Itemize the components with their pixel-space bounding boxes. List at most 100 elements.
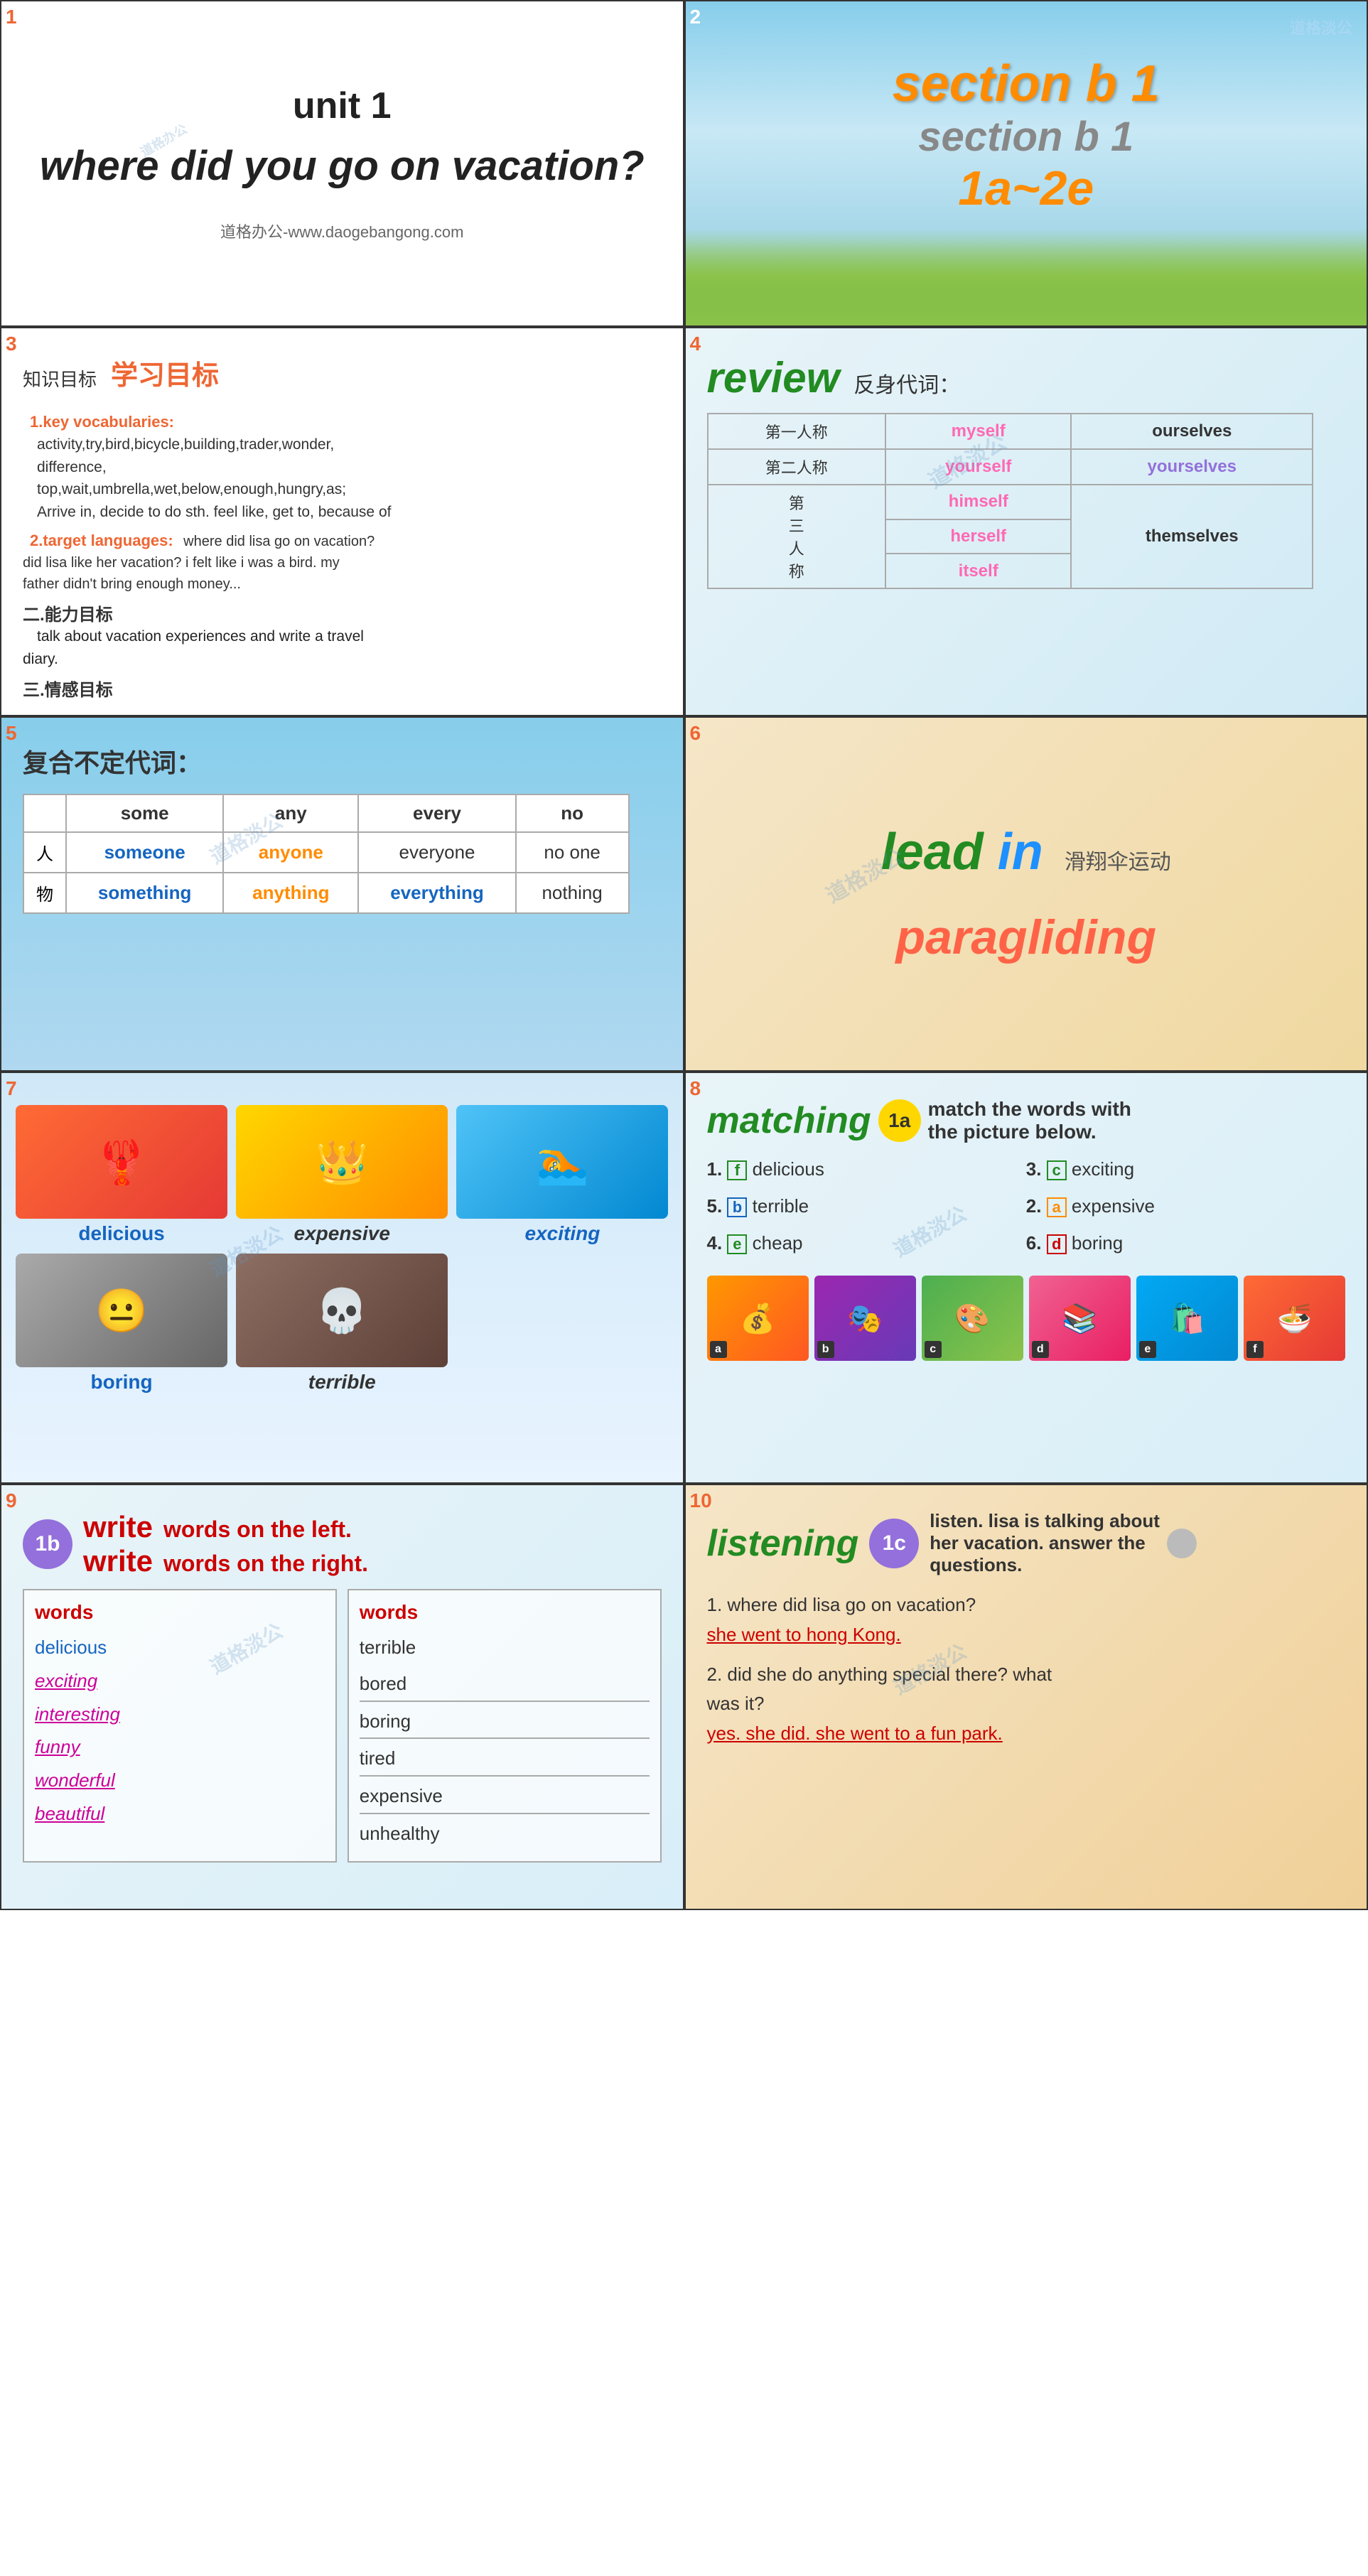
img-badge-b: b — [817, 1341, 834, 1358]
image-item-exciting: 🏊 exciting — [456, 1105, 668, 1245]
ability-header: 二.能力目标 — [23, 605, 113, 625]
terrible-image: 💀 — [236, 1254, 448, 1367]
table-row: 第二人称 yourself yourselves — [708, 449, 1313, 485]
terrible-label: terrible — [236, 1371, 448, 1394]
target-header: 2.target languages: — [30, 532, 173, 549]
badge-1a: 1a — [878, 1099, 921, 1142]
ourselves: ourselves — [1071, 414, 1313, 449]
image-item-terrible: 💀 terrible — [236, 1254, 448, 1394]
image-item-boring: 😐 boring — [16, 1254, 227, 1394]
anyone: anyone — [223, 832, 358, 873]
slide-num-9: 9 — [6, 1489, 17, 1512]
word-exciting: exciting — [35, 1664, 325, 1698]
table-row-thing: 物 something anything everything nothing — [23, 873, 629, 913]
col-every: every — [358, 794, 515, 832]
word-cheap: cheap — [753, 1232, 803, 1254]
anything: anything — [223, 873, 358, 913]
write-label-2: write — [83, 1544, 153, 1578]
word-tired: tired — [360, 1742, 650, 1777]
match-items-grid: 1. f delicious 3. c exciting 5. b terrib… — [707, 1150, 1346, 1261]
word-bored: bored — [360, 1667, 650, 1702]
word-expensive: expensive — [360, 1779, 650, 1814]
question-1: 1. where did lisa go on vacation? — [707, 1590, 1346, 1620]
main-title: where did you go on vacation? — [40, 141, 645, 191]
unit-title: unit 1 — [293, 85, 392, 127]
letter-c: c — [1047, 1160, 1067, 1180]
compound-table: some any every no 人 someone anyone every… — [23, 794, 630, 914]
match-item-6: 6. d boring — [1026, 1224, 1345, 1261]
matching-images-row: 💰 a 🎭 b 🎨 c 📚 d 🛍️ e 🍜 f — [707, 1276, 1346, 1361]
match-item-3: 3. c exciting — [1026, 1150, 1345, 1187]
left-col-title: words — [35, 1601, 325, 1624]
match-list: 1. f delicious 3. c exciting 5. b terrib… — [707, 1150, 1346, 1261]
watermark-2: 道格淡公 — [1290, 16, 1352, 38]
img-f: 🍜 f — [1244, 1276, 1345, 1361]
ability-section: 二.能力目标 talk about vacation experiences a… — [23, 600, 662, 670]
slide-num-3: 3 — [6, 333, 17, 355]
left-column: words delicious exciting interesting fun… — [23, 1589, 337, 1863]
letter-f: f — [727, 1160, 747, 1180]
letter-b: b — [727, 1197, 747, 1217]
image-item-expensive: 👑 expensive — [236, 1105, 448, 1245]
img-badge-c: c — [925, 1341, 942, 1358]
word-delicious: delicious — [753, 1158, 824, 1180]
row-label-person: 人 — [23, 832, 66, 873]
slide-6: 6 道格淡公 lead in 滑翔伞运动 paragliding — [684, 716, 1368, 1072]
boring-image: 😐 — [16, 1254, 227, 1367]
img-badge-d: d — [1032, 1341, 1049, 1358]
img-badge-e: e — [1139, 1341, 1156, 1358]
yourselves: yourselves — [1071, 449, 1313, 485]
section-subtitle: 1a~2e — [893, 161, 1160, 216]
itself: itself — [885, 554, 1072, 588]
row-label-1: 第一人称 — [708, 414, 885, 449]
ability-text: talk about vacation experiences and writ… — [23, 628, 364, 667]
vocab-list: activity,try,bird,bicycle,building,trade… — [37, 433, 662, 523]
everything: everything — [358, 873, 515, 913]
match-instruction: match the words withthe picture below. — [928, 1098, 1131, 1143]
word-boring: boring — [1072, 1232, 1123, 1254]
write-instruction-2: words on the right. — [163, 1551, 368, 1577]
match-item-1: 1. f delicious — [707, 1150, 1026, 1187]
delicious-label: delicious — [16, 1222, 227, 1245]
slide-8: 8 道格淡公 matching 1a match the words witht… — [684, 1072, 1368, 1484]
pronoun-table: 第一人称 myself ourselves 第二人称 yourself your… — [707, 413, 1314, 589]
word-delicious: delicious — [35, 1631, 325, 1664]
lead-in-title: lead in — [881, 823, 1043, 881]
row-label-2: 第二人称 — [708, 449, 885, 485]
word-beautiful: beautiful — [35, 1797, 325, 1831]
third-person-label: 第三人称 — [708, 485, 885, 588]
write-instruction-1: words on the left. — [163, 1516, 352, 1543]
table-row: 第三人称 himself themselves — [708, 485, 1313, 519]
table-row: 第一人称 myself ourselves — [708, 414, 1313, 449]
word-expensive: expensive — [1072, 1195, 1155, 1217]
letter-e: e — [727, 1234, 747, 1254]
myself: myself — [885, 414, 1072, 449]
slide-num-4: 4 — [690, 333, 701, 355]
slide-num-7: 7 — [6, 1077, 17, 1100]
table-header-row: some any every no — [23, 794, 629, 832]
img-c: 🎨 c — [922, 1276, 1023, 1361]
match-item-4: 4. e cheap — [707, 1224, 1026, 1261]
img-a: 💰 a — [707, 1276, 809, 1361]
slide-4: 4 道格淡公 review 反身代词： 第一人称 myself ourselve… — [684, 327, 1368, 716]
something: something — [66, 873, 223, 913]
col-any: any — [223, 794, 358, 832]
row-label-thing: 物 — [23, 873, 66, 913]
right-column: words terrible bored boring tired expens… — [348, 1589, 662, 1863]
word-exciting: exciting — [1072, 1158, 1134, 1180]
img-d: 📚 d — [1029, 1276, 1131, 1361]
in-text: in — [984, 824, 1043, 880]
img-b: 🎭 b — [814, 1276, 916, 1361]
word-funny: funny — [35, 1730, 325, 1764]
objectives-title: 学习目标 — [111, 353, 219, 392]
question-2: 2. did she do anything special there? wh… — [707, 1660, 1346, 1719]
slide-num-6: 6 — [690, 722, 701, 745]
emotion-section: 三.情感目标 — [23, 676, 662, 701]
letter-d: d — [1047, 1234, 1067, 1254]
someone: someone — [66, 832, 223, 873]
compound-title: 复合不定代词： — [23, 743, 662, 780]
website-watermark: 道格办公-www.daogebangong.com — [220, 220, 463, 242]
letter-a: a — [1047, 1197, 1067, 1217]
table-row-person: 人 someone anyone everyone no one — [23, 832, 629, 873]
slide-9: 9 道格淡公 1b write words on the left. write… — [0, 1484, 684, 1910]
